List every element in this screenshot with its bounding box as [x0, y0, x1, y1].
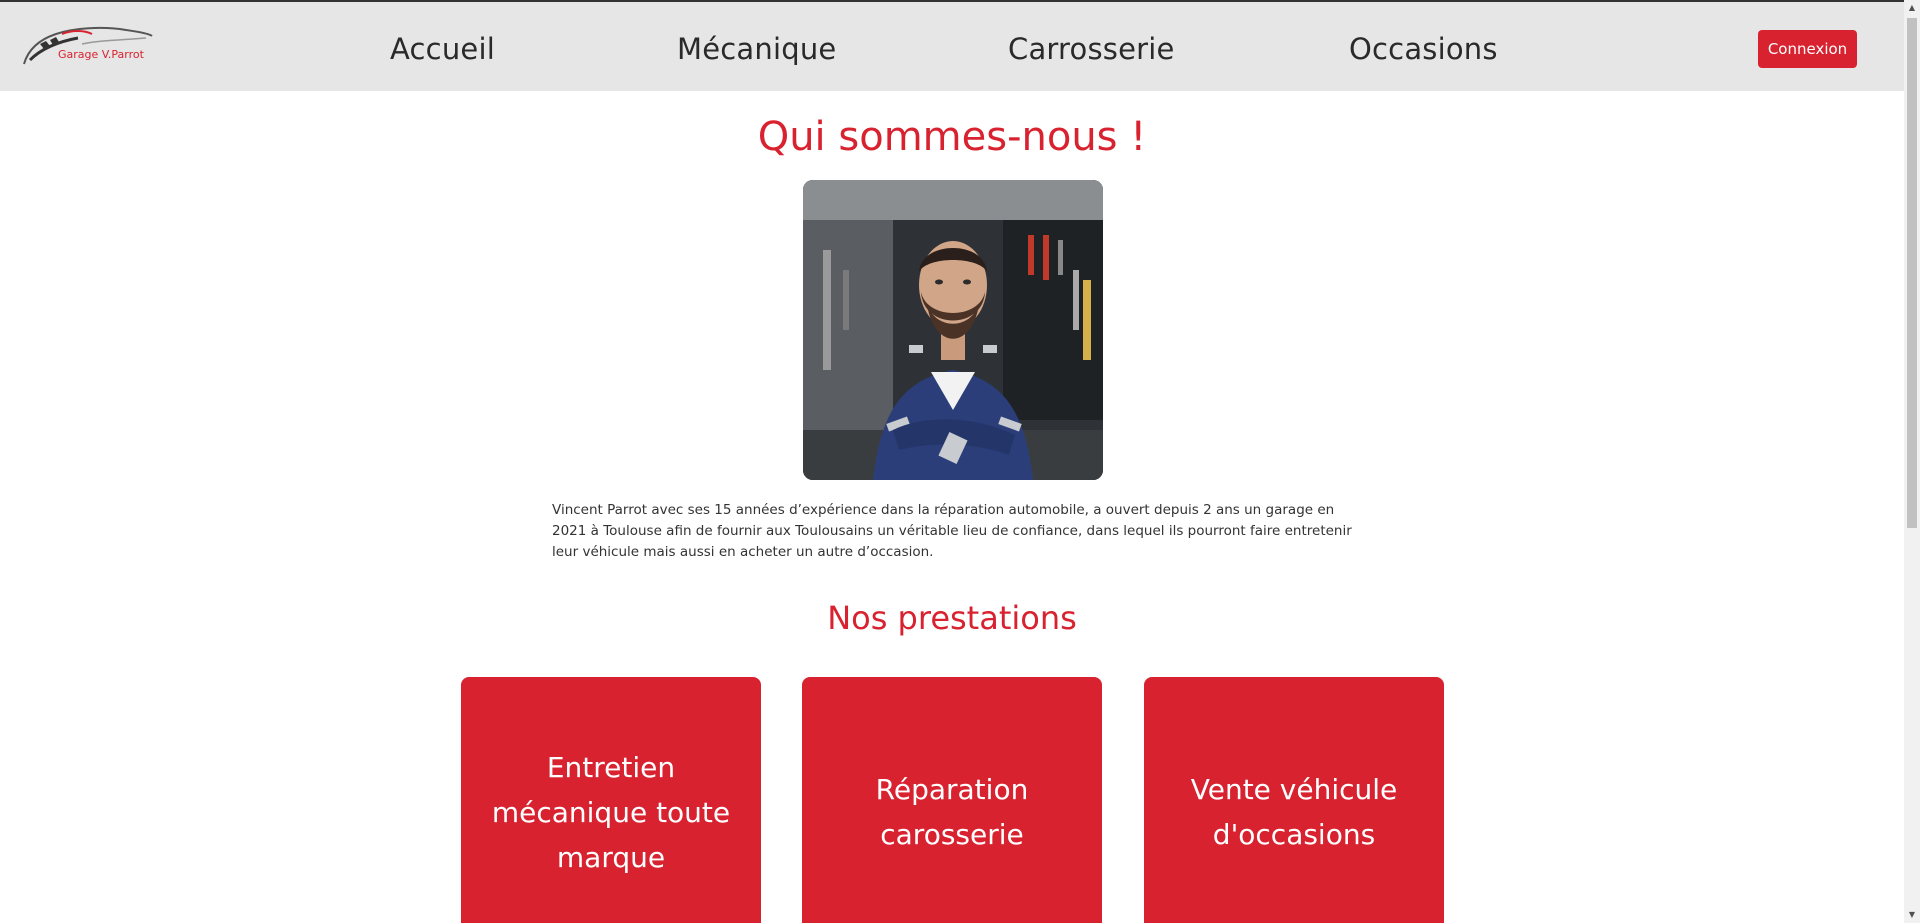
vertical-scrollbar[interactable]: ▲ ▼ [1904, 0, 1920, 923]
services-title: Nos prestations [827, 599, 1077, 637]
nav-link-accueil[interactable]: Accueil [390, 32, 495, 66]
login-button[interactable]: Connexion [1758, 30, 1857, 68]
service-card-label: Vente véhicule d'occasions [1190, 773, 1398, 851]
scroll-up-arrow-icon[interactable]: ▲ [1904, 0, 1920, 16]
mechanic-portrait-icon [803, 180, 1103, 480]
about-title: Qui sommes-nous ! [757, 114, 1147, 160]
garage-logo[interactable]: Garage V.Parrot [22, 20, 154, 68]
service-card-label: Réparation carosserie [875, 773, 1029, 851]
service-card-carrosserie[interactable]: Réparation carosserie [802, 677, 1102, 923]
navbar: Garage V.Parrot Accueil Mécanique Carros… [0, 2, 1904, 91]
nav-link-carrosserie[interactable]: Carrosserie [1008, 32, 1175, 66]
nav-link-occasions[interactable]: Occasions [1349, 32, 1498, 66]
service-card-label: Entretien mécanique toute marque [491, 750, 731, 874]
scroll-down-arrow-icon[interactable]: ▼ [1904, 907, 1920, 923]
scrollbar-thumb[interactable] [1907, 18, 1917, 528]
logo-text: Garage V.Parrot [58, 48, 144, 61]
nav-link-mecanique[interactable]: Mécanique [677, 32, 836, 66]
mechanic-portrait-image [803, 180, 1103, 480]
service-card-occasions[interactable]: Vente véhicule d'occasions [1144, 677, 1444, 923]
service-card-entretien[interactable]: Entretien mécanique toute marque [461, 677, 761, 923]
about-description: Vincent Parrot avec ses 15 années d’expé… [552, 502, 1352, 560]
